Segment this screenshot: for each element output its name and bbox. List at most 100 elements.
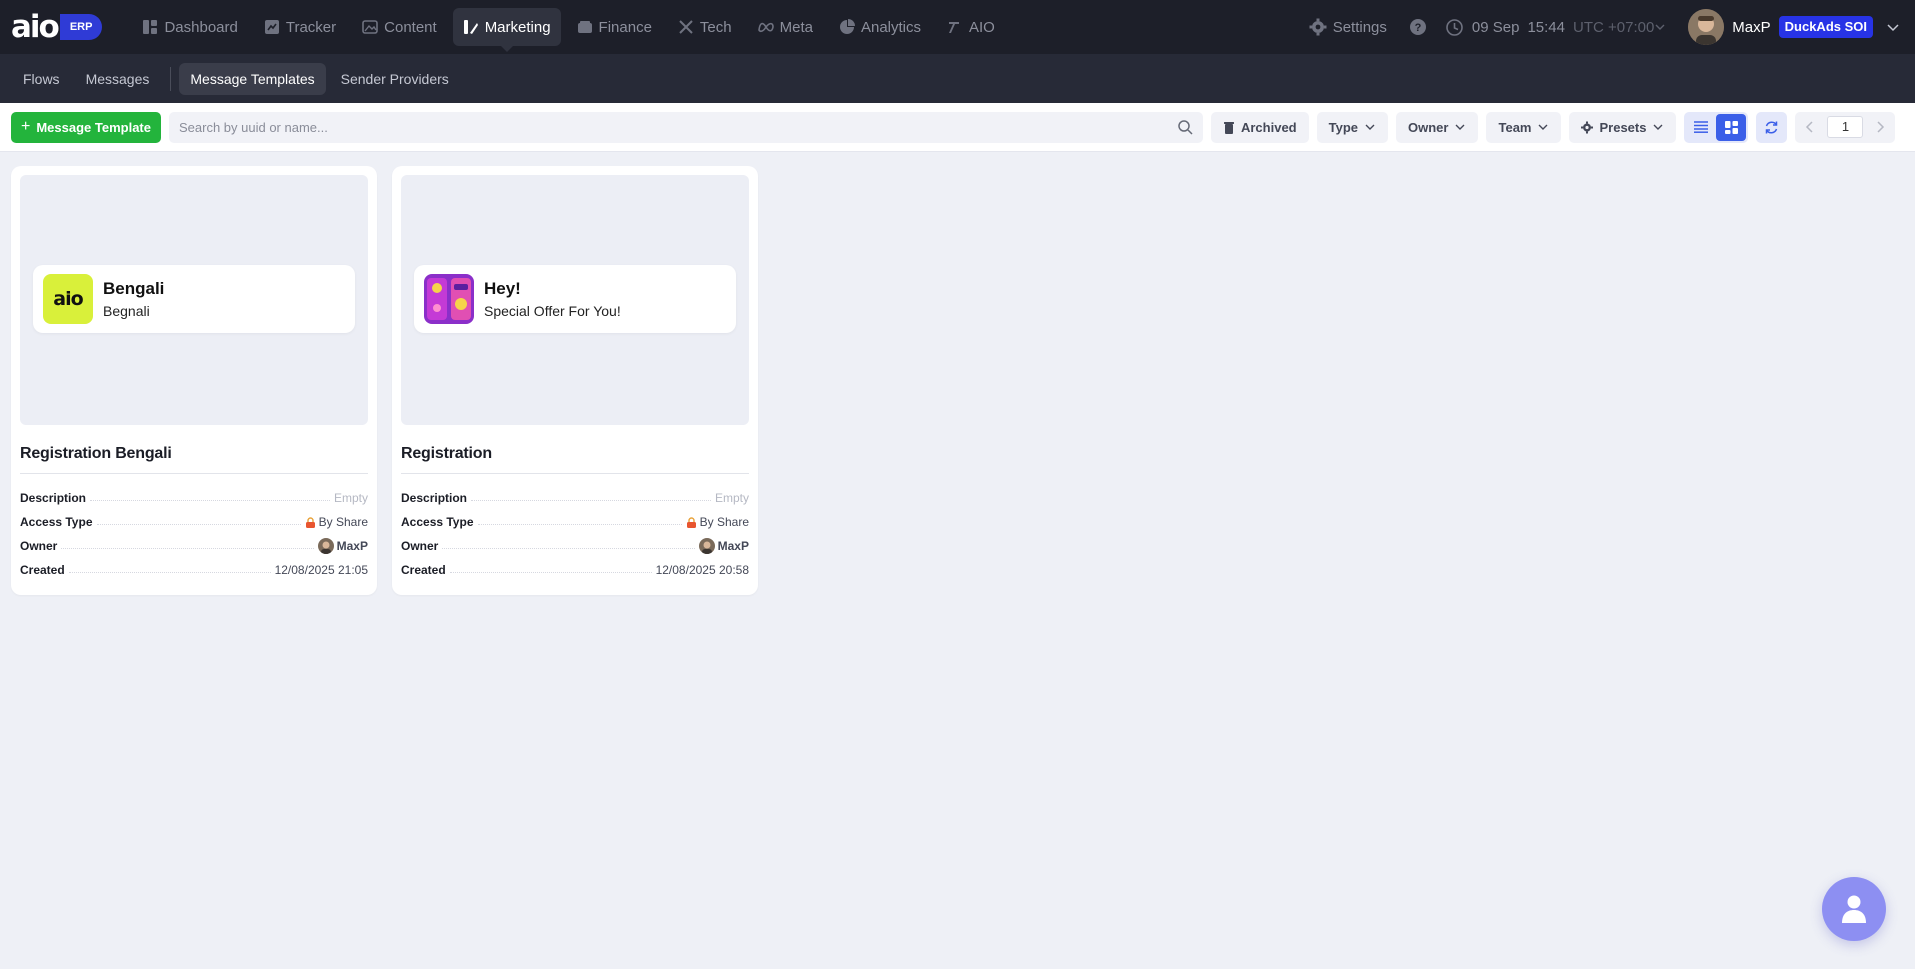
timezone-selector[interactable]: UTC +07:00	[1573, 19, 1666, 36]
template-card[interactable]: Hey! Special Offer For You! Registration…	[392, 166, 758, 595]
detail-row-owner: Owner MaxP	[20, 534, 368, 558]
detail-value: By Share	[699, 515, 749, 529]
presets-label: Presets	[1599, 119, 1647, 135]
notification-title: Bengali	[103, 279, 165, 298]
detail-row-created: Created 12/08/2025 20:58	[401, 558, 749, 582]
view-toggle	[1684, 111, 1749, 143]
detail-value-wrap: By Share	[305, 515, 368, 529]
list-view-button[interactable]	[1686, 114, 1716, 141]
dotted-leader	[449, 571, 652, 573]
nav-label: Analytics	[860, 18, 921, 36]
nav-item-tech[interactable]: Tech	[668, 8, 742, 46]
dotted-leader	[68, 571, 271, 573]
chevron-down-icon	[1653, 124, 1663, 130]
detail-label: Description	[20, 491, 87, 505]
nav-item-meta[interactable]: Meta	[748, 8, 823, 46]
nav-item-finance[interactable]: Finance	[567, 8, 662, 46]
image-icon	[362, 20, 378, 34]
type-filter[interactable]: Type	[1316, 111, 1389, 143]
nav-item-dashboard[interactable]: Dashboard	[132, 8, 247, 46]
template-card[interactable]: aio Bengali Begnali Registration Bengali…	[11, 166, 377, 595]
detail-value: By Share	[318, 515, 368, 529]
nav-label: Content	[384, 18, 437, 36]
pie-chart-icon	[839, 19, 855, 34]
archived-filter[interactable]: Archived	[1210, 111, 1309, 143]
detail-value: Empty	[714, 491, 749, 505]
notification-app-icon: aio	[43, 274, 93, 324]
nav-item-aio[interactable]: AIO	[937, 8, 1005, 46]
notification-app-icon	[424, 274, 474, 324]
refresh-icon	[1766, 120, 1778, 134]
app-logo[interactable]: aio ERP	[11, 12, 103, 43]
owner-avatar	[698, 538, 715, 554]
nav-label: Meta	[779, 18, 813, 36]
nav-item-tracker[interactable]: Tracker	[254, 8, 346, 46]
owner-filter[interactable]: Owner	[1396, 111, 1479, 143]
page-number-input[interactable]: 1	[1827, 116, 1864, 138]
timezone-label: UTC +07:00	[1573, 18, 1655, 36]
nav-item-content[interactable]: Content	[352, 8, 447, 46]
chevron-down-icon[interactable]	[1885, 19, 1901, 35]
user-name[interactable]: MaxP	[1732, 19, 1770, 36]
divider	[170, 66, 172, 91]
app-icon-logo: aio	[53, 288, 83, 310]
dotted-leader	[471, 499, 711, 501]
avatar-image	[1688, 9, 1725, 45]
detail-label: Access Type	[20, 515, 93, 529]
search-icon[interactable]	[1177, 119, 1193, 135]
aio-icon	[949, 22, 959, 33]
svg-text:?: ?	[1415, 22, 1422, 34]
history-icon[interactable]	[1445, 18, 1464, 37]
search-input[interactable]	[178, 119, 1177, 135]
nav-label: AIO	[969, 18, 995, 36]
detail-value: 12/08/2025 21:05	[274, 563, 368, 577]
support-chat-button[interactable]	[1822, 877, 1886, 941]
detail-label: Access Type	[401, 515, 474, 529]
detail-value: 12/08/2025 20:58	[655, 563, 749, 577]
add-message-template-button[interactable]: + Message Template	[11, 111, 161, 143]
lock-icon	[305, 516, 315, 528]
team-filter[interactable]: Team	[1486, 111, 1562, 143]
grid-icon	[1724, 120, 1738, 134]
settings-button[interactable]: Settings	[1309, 18, 1387, 36]
detail-row-access-type: Access Type By Share	[20, 510, 368, 534]
dotted-leader	[61, 547, 314, 549]
tab-messages[interactable]: Messages	[75, 63, 161, 95]
user-avatar[interactable]	[1688, 9, 1725, 45]
notification-text: Hey! Special Offer For You!	[484, 279, 621, 319]
tab-flows[interactable]: Flows	[12, 63, 71, 95]
top-right-controls: Settings ? 09 Sep 15:44 UTC +07:00 MaxP …	[1309, 0, 1915, 54]
grid-view-button[interactable]	[1716, 113, 1747, 141]
template-name[interactable]: Registration	[401, 445, 749, 474]
nav-item-analytics[interactable]: Analytics	[829, 8, 931, 46]
notification-body: Special Offer For You!	[484, 303, 621, 319]
detail-row-description: Description Empty	[20, 486, 368, 510]
detail-row-owner: Owner MaxP	[401, 534, 749, 558]
team-badge[interactable]: DuckAds SOI	[1778, 16, 1873, 38]
prev-page-button[interactable]	[1799, 116, 1821, 138]
plus-icon: +	[21, 118, 31, 135]
template-name[interactable]: Registration Bengali	[20, 445, 368, 474]
presets-filter[interactable]: Presets	[1569, 111, 1677, 143]
tab-sender-providers[interactable]: Sender Providers	[330, 63, 460, 95]
nav-label: Dashboard	[164, 18, 238, 36]
notification-text: Bengali Begnali	[103, 279, 164, 319]
promo-image	[424, 274, 474, 324]
notification-mock: Hey! Special Offer For You!	[414, 265, 736, 333]
chevron-down-icon	[1538, 124, 1548, 130]
nav-label: Tech	[699, 18, 732, 36]
detail-label: Owner	[20, 539, 58, 553]
detail-value-wrap[interactable]: MaxP	[317, 538, 368, 554]
dotted-leader	[442, 547, 695, 549]
detail-value-wrap[interactable]: MaxP	[698, 538, 749, 554]
help-icon[interactable]: ?	[1409, 18, 1427, 36]
nav-item-marketing[interactable]: Marketing	[452, 8, 561, 52]
detail-value-wrap: By Share	[686, 515, 749, 529]
lock-icon	[686, 516, 696, 528]
next-page-button[interactable]	[1869, 116, 1891, 138]
pagination: 1	[1795, 111, 1896, 143]
top-navbar: aio ERP Dashboard Tracker Content Market…	[0, 0, 1915, 54]
chevron-down-icon	[1455, 124, 1465, 130]
refresh-button[interactable]	[1756, 111, 1788, 143]
tab-message-templates[interactable]: Message Templates	[179, 62, 326, 95]
